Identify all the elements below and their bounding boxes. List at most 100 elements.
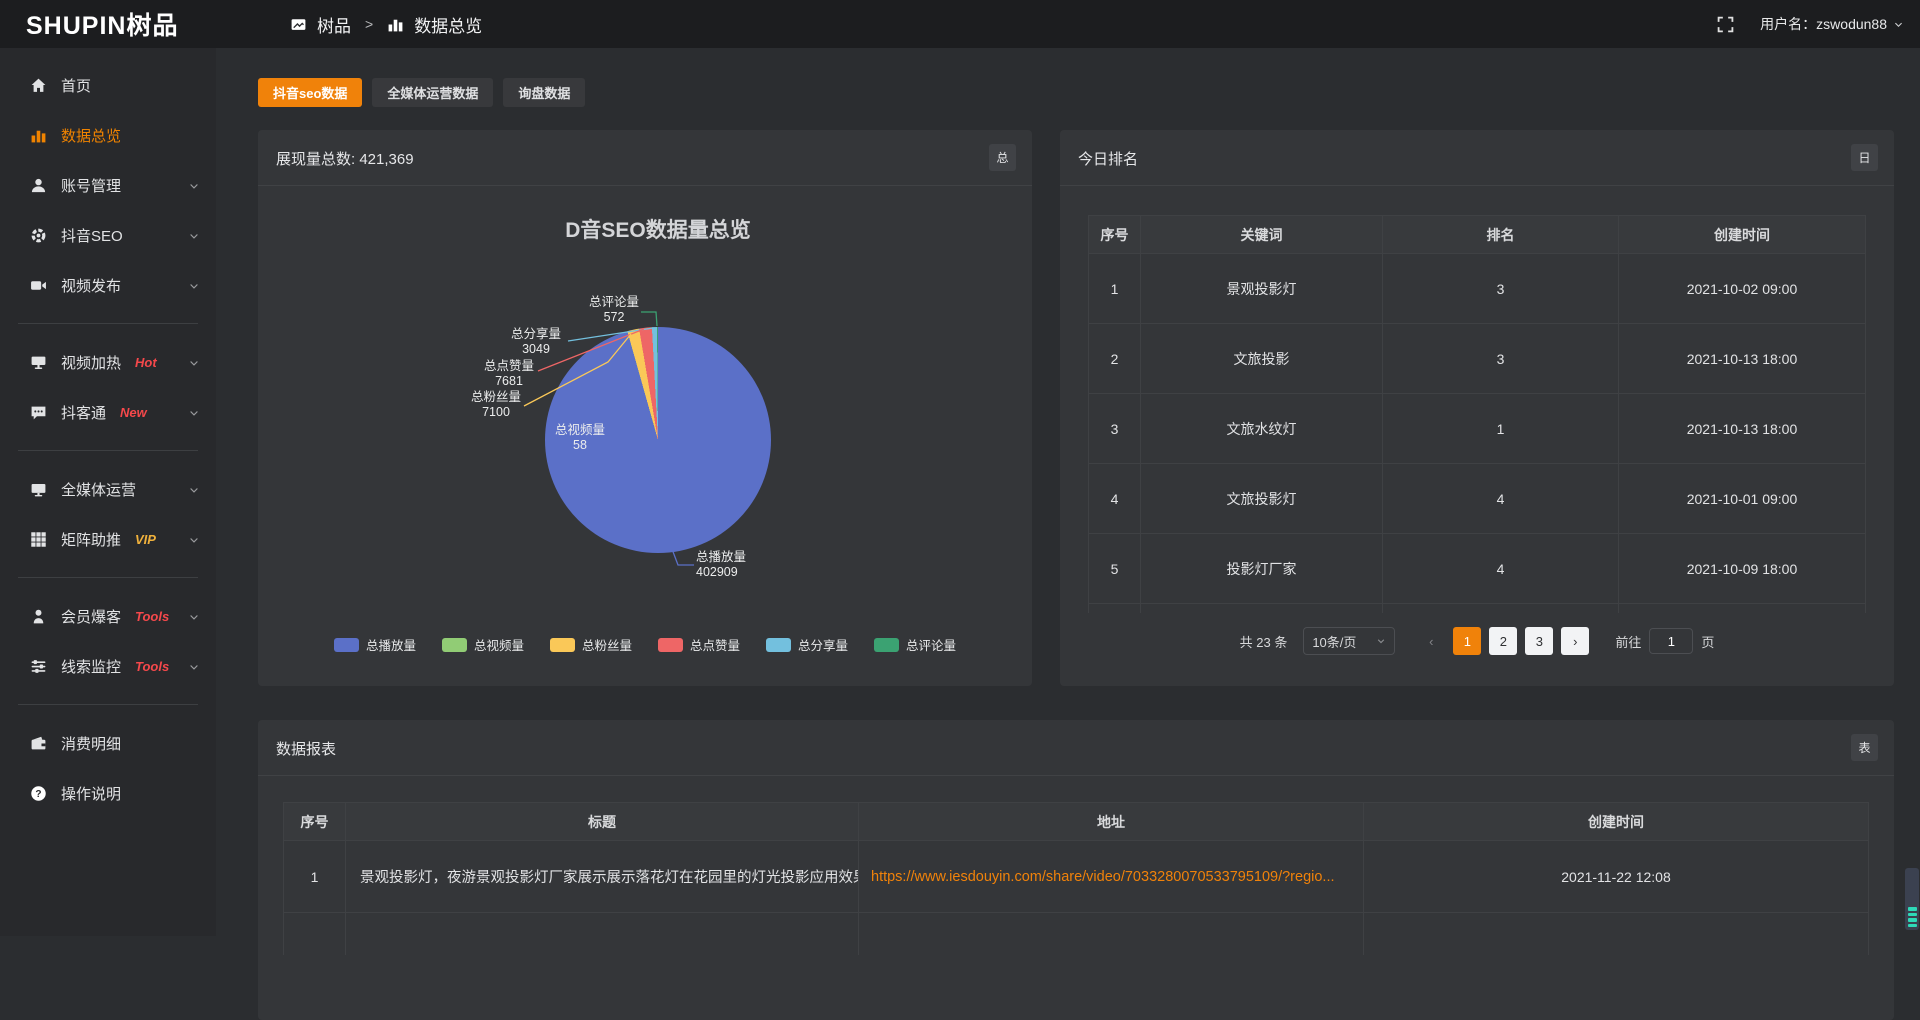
pagination-goto-label: 前往 <box>1615 632 1641 651</box>
column-header: 地址 <box>859 803 1364 841</box>
pagination-next-button[interactable]: › <box>1561 627 1589 655</box>
sidebar-item-label: 操作说明 <box>61 783 121 804</box>
pagination-prev-button[interactable]: ‹ <box>1417 627 1445 655</box>
home-icon <box>30 77 47 94</box>
cell: 2021-10-13 18:00 <box>1619 324 1866 394</box>
sidebar-item-help[interactable]: ?操作说明 <box>0 768 216 818</box>
sidebar-item-label: 消费明细 <box>61 733 121 754</box>
pagination-pages: ‹ 123 › <box>1417 627 1589 655</box>
table-row: 5投影灯厂家42021-10-09 18:00 <box>1089 534 1866 604</box>
app-logo: SHUPIN树品 <box>0 6 216 42</box>
legend-item[interactable]: 总点赞量 <box>658 635 740 654</box>
cell: 1 <box>1383 394 1619 464</box>
tab-media-operation-data[interactable]: 全媒体运营数据 <box>372 78 493 107</box>
sidebar-item-label: 全媒体运营 <box>61 479 136 500</box>
chevron-down-icon <box>188 406 200 418</box>
chart-title: D音SEO数据量总览 <box>258 214 1058 244</box>
cell: 1 <box>1089 254 1141 324</box>
cell <box>1089 604 1141 613</box>
ranking-title: 今日排名 <box>1078 151 1138 168</box>
cell: 文旅投影 <box>1141 324 1383 394</box>
cell: 景观投影灯 <box>1141 254 1383 324</box>
report-badge[interactable]: 表 <box>1851 734 1878 761</box>
ranking-badge[interactable]: 日 <box>1851 144 1878 171</box>
cell: 4 <box>1089 464 1141 534</box>
tab-inquiry-data[interactable]: 询盘数据 <box>503 78 585 107</box>
ranking-table-body: 1景观投影灯32021-10-02 09:002文旅投影32021-10-13 … <box>1089 254 1866 613</box>
cell <box>1383 604 1619 613</box>
cell: 2 <box>1089 324 1141 394</box>
breadcrumb-root[interactable]: 树品 <box>317 12 351 37</box>
chat-icon <box>30 404 47 421</box>
cell: 2021-10-01 09:00 <box>1619 464 1866 534</box>
sidebar-item-home[interactable]: 首页 <box>0 60 216 110</box>
sidebar-item-douketong[interactable]: 抖客通New <box>0 387 216 437</box>
sidebar-item-clue-monitor[interactable]: 线索监控Tools <box>0 641 216 691</box>
fullscreen-icon[interactable] <box>1717 16 1734 33</box>
sidebar-item-label: 视频发布 <box>61 275 121 296</box>
cell: 4 <box>1383 464 1619 534</box>
user-menu[interactable]: 用户名：zswodun88 <box>1760 14 1904 34</box>
chevron-down-icon <box>188 356 200 368</box>
sidebar-item-consume-detail[interactable]: 消费明细 <box>0 718 216 768</box>
sidebar-item-douyin-seo[interactable]: 抖音SEO <box>0 210 216 260</box>
sidebar-item-media-operation[interactable]: 全媒体运营 <box>0 464 216 514</box>
pagination-page-2[interactable]: 2 <box>1489 627 1517 655</box>
clipped-row <box>1089 604 1866 613</box>
cell <box>1141 604 1383 613</box>
sidebar-item-label: 矩阵助推 <box>61 529 121 550</box>
user-icon <box>30 177 47 194</box>
sidebar-item-video-heat[interactable]: 视频加热Hot <box>0 337 216 387</box>
sidebar-item-matrix-boost[interactable]: 矩阵助推VIP <box>0 514 216 564</box>
sidebar-item-label: 数据总览 <box>61 125 121 146</box>
pagination-page-3[interactable]: 3 <box>1525 627 1553 655</box>
overview-title: 展现量总数: 421,369 <box>276 151 414 168</box>
sidebar-item-label: 抖客通 <box>61 402 106 423</box>
wallet-icon <box>30 735 47 752</box>
pagination-goto-input[interactable] <box>1649 628 1693 654</box>
cell <box>859 913 1364 955</box>
cell <box>346 913 859 955</box>
sidebar-item-video-publish[interactable]: 视频发布 <box>0 260 216 310</box>
sidebar-item-member-baoke[interactable]: 会员爆客Tools <box>0 591 216 641</box>
chevron-down-icon <box>188 279 200 291</box>
tab-bar: 抖音seo数据全媒体运营数据询盘数据 <box>258 78 585 107</box>
sidebar-divider <box>18 323 198 324</box>
chevron-down-icon <box>188 533 200 545</box>
legend-item[interactable]: 总粉丝量 <box>550 635 632 654</box>
chevron-down-icon <box>188 483 200 495</box>
legend-item[interactable]: 总分享量 <box>766 635 848 654</box>
sidebar-item-data-overview[interactable]: 数据总览 <box>0 110 216 160</box>
legend-item[interactable]: 总评论量 <box>874 635 956 654</box>
page-size-select[interactable]: 10条/页 <box>1303 627 1395 655</box>
member-icon <box>30 608 47 625</box>
overview-badge[interactable]: 总 <box>989 144 1016 171</box>
sidebar-item-account-manage[interactable]: 账号管理 <box>0 160 216 210</box>
grid-icon <box>30 531 47 548</box>
cell <box>284 913 346 955</box>
tab-douyin-seo-data[interactable]: 抖音seo数据 <box>258 78 362 107</box>
sidebar-item-label: 账号管理 <box>61 175 121 196</box>
chevron-down-icon <box>188 229 200 241</box>
legend-item[interactable]: 总播放量 <box>334 635 416 654</box>
sliders-icon <box>30 658 47 675</box>
bar-chart-icon <box>30 127 47 144</box>
legend-swatch <box>658 638 683 652</box>
pie-label-videos: 总视频量58 <box>540 423 620 453</box>
legend-label: 总视频量 <box>474 635 524 654</box>
cell: 2021-10-02 09:00 <box>1619 254 1866 324</box>
main-content: 抖音seo数据全媒体运营数据询盘数据 展现量总数: 421,369 总 D音SE… <box>216 48 1920 936</box>
scroll-widget[interactable] <box>1905 868 1919 930</box>
report-link[interactable]: https://www.iesdouyin.com/share/video/70… <box>859 841 1364 913</box>
table-row: 2文旅投影32021-10-13 18:00 <box>1089 324 1866 394</box>
topbar-right: 用户名：zswodun88 <box>1717 14 1904 34</box>
pagination-page-1[interactable]: 1 <box>1453 627 1481 655</box>
ranking-table-head: 序号关键词排名创建时间 <box>1089 216 1866 254</box>
breadcrumb-separator: > <box>365 16 373 32</box>
report-panel-header: 数据报表 表 <box>258 720 1894 776</box>
cell: 2021-10-13 18:00 <box>1619 394 1866 464</box>
video-icon <box>30 277 47 294</box>
sidebar-item-badge: Hot <box>135 355 157 370</box>
legend-item[interactable]: 总视频量 <box>442 635 524 654</box>
legend-swatch <box>766 638 791 652</box>
